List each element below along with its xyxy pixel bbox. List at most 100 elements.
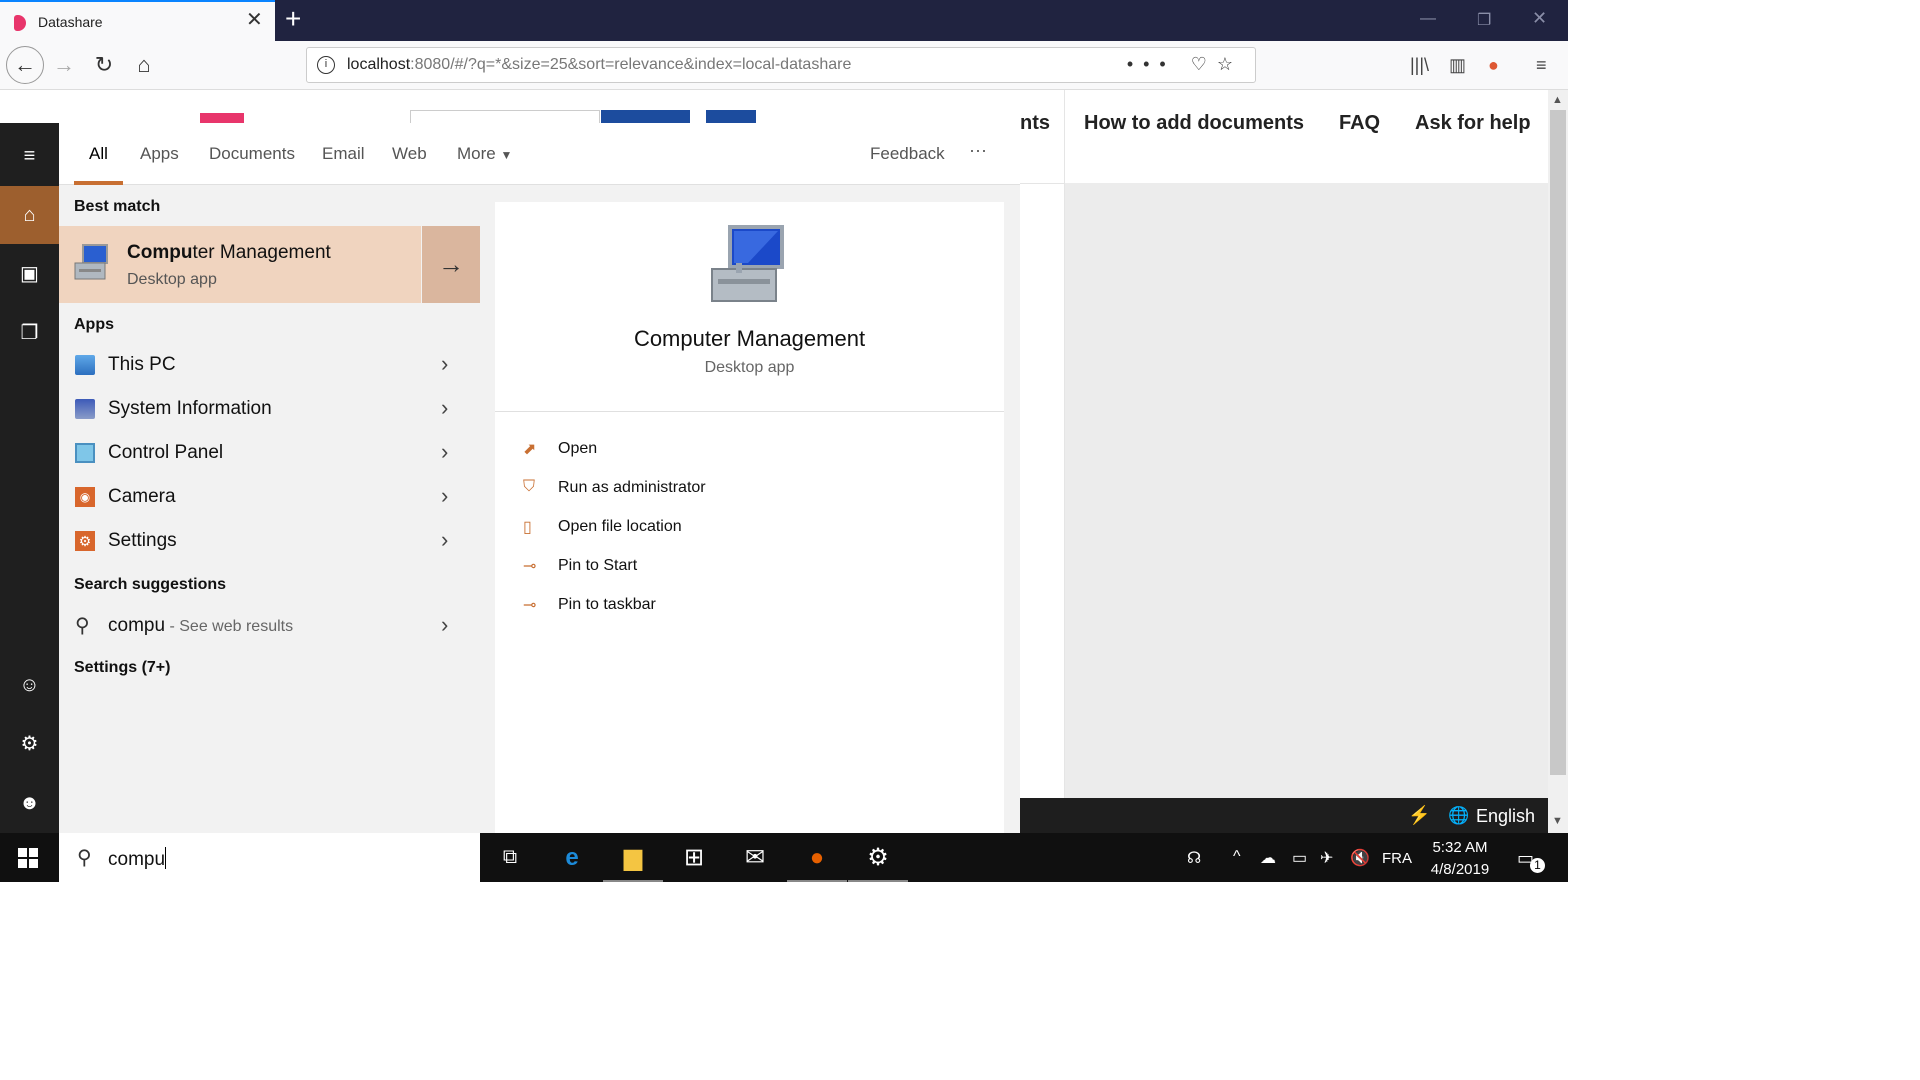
account-icon[interactable]: ☺ <box>0 656 59 714</box>
page-button-fragment <box>706 110 756 123</box>
url-actions[interactable]: ••• ♡☆ <box>1127 54 1243 75</box>
library-icon[interactable]: |||\ <box>1410 55 1429 76</box>
notification-count: 1 <box>1530 858 1545 873</box>
app-item-settings[interactable]: ⚙ Settings › <box>59 520 480 564</box>
input-language[interactable]: FRA <box>1382 850 1412 867</box>
app-label: Camera <box>108 486 176 507</box>
best-match-item[interactable]: Computer Management Desktop app <box>59 226 421 303</box>
chevron-right-icon: › <box>441 612 449 637</box>
action-label: Open <box>558 440 598 457</box>
menu-icon[interactable]: ≡ <box>1536 55 1547 76</box>
duckduckgo-icon[interactable]: ● <box>1488 55 1499 76</box>
lightning-icon[interactable]: ⚡ <box>1408 805 1430 826</box>
task-view-icon[interactable]: ⧉ <box>480 833 540 882</box>
search-input: compu <box>108 847 167 871</box>
app-item-control-panel[interactable]: Control Panel › <box>59 432 480 476</box>
feedback-button[interactable]: Feedback <box>870 144 945 164</box>
filter-apps[interactable]: Apps <box>140 144 179 164</box>
url-host: localhost <box>347 56 411 73</box>
hamburger-menu-icon[interactable]: ≡ <box>0 127 59 185</box>
nav-link-faq[interactable]: FAQ <box>1339 112 1380 135</box>
settings-gear-icon[interactable]: ⚙ <box>0 715 59 773</box>
computer-icon <box>75 355 95 375</box>
back-button[interactable]: ← <box>6 46 44 84</box>
chevron-right-icon: › <box>441 439 449 464</box>
home-icon[interactable]: ⌂ <box>0 186 59 244</box>
language-label[interactable]: English <box>1476 806 1535 827</box>
nav-link-how-to-add[interactable]: How to add documents <box>1084 112 1304 135</box>
clock-time: 5:32 AM <box>1432 839 1488 856</box>
volume-muted-icon[interactable]: 🔇 <box>1350 848 1370 868</box>
forward-button[interactable]: → <box>48 49 80 81</box>
filter-web[interactable]: Web <box>392 144 427 164</box>
browser-tab[interactable]: Datashare ✕ <box>0 0 275 41</box>
action-label: Run as administrator <box>558 479 706 496</box>
control-panel-icon <box>75 443 95 463</box>
filter-documents[interactable]: Documents <box>209 144 295 164</box>
show-hidden-icons-icon[interactable]: ^ <box>1233 848 1241 866</box>
onedrive-icon[interactable]: ☁ <box>1260 848 1276 868</box>
battery-icon[interactable]: ▭ <box>1292 848 1307 868</box>
page-button-fragment <box>601 110 690 123</box>
action-label: Open file location <box>558 518 682 535</box>
clock[interactable]: 5:32 AM 4/8/2019 <box>1420 837 1500 881</box>
app-item-camera[interactable]: ◉ Camera › <box>59 476 480 520</box>
page-logo-fragment <box>200 113 244 123</box>
chevron-right-icon: › <box>441 483 449 508</box>
action-label: Pin to taskbar <box>558 596 656 613</box>
nav-link-documents[interactable]: nts <box>1020 112 1050 135</box>
computer-management-large-icon <box>711 225 784 302</box>
suggestion-text: compu - See web results <box>108 615 293 637</box>
sidebar-icon[interactable]: ▥ <box>1449 55 1466 76</box>
search-query: compu <box>108 849 166 870</box>
people-icon[interactable]: ☊ <box>1187 848 1201 868</box>
globe-icon: 🌐 <box>1448 806 1470 825</box>
app-label: System Information <box>108 398 272 419</box>
nav-link-help[interactable]: Ask for help <box>1415 112 1531 135</box>
filter-email[interactable]: Email <box>322 144 365 164</box>
datashare-logo-icon <box>14 15 26 31</box>
home-button[interactable]: ⌂ <box>128 49 160 81</box>
more-options-icon[interactable]: ··· <box>969 140 987 161</box>
firefox-icon[interactable]: ● <box>787 833 847 882</box>
taskbar-search-box[interactable]: ⚲ compu <box>59 833 480 882</box>
page-search-fragment <box>410 110 600 123</box>
filter-more-label: More <box>457 144 496 163</box>
scroll-up-icon[interactable]: ▲ <box>1552 94 1563 106</box>
file-explorer-icon[interactable]: ▆ <box>603 833 663 882</box>
search-suggestions-heading: Search suggestions <box>74 576 227 593</box>
close-window-icon[interactable]: ✕ <box>1532 8 1547 29</box>
notebook-icon[interactable]: ▣ <box>0 245 59 303</box>
minimize-icon[interactable]: — <box>1420 10 1436 28</box>
edge-browser-icon[interactable]: e <box>542 833 602 882</box>
filter-all[interactable]: All <box>89 144 108 164</box>
web-search-suggestion[interactable]: ⚲ compu - See web results › <box>59 606 480 646</box>
language-bar: ⚡ 🌐 English <box>1020 798 1548 833</box>
url-bar[interactable]: i localhost:8080/#/?q=*&size=25&sort=rel… <box>306 47 1256 83</box>
content-panel <box>1065 183 1548 798</box>
documents-icon[interactable]: ❐ <box>0 304 59 362</box>
open-preview-arrow-icon[interactable]: → <box>422 226 480 303</box>
site-info-icon[interactable]: i <box>317 56 335 74</box>
close-tab-icon[interactable]: ✕ <box>246 10 263 30</box>
best-match-subtitle: Desktop app <box>127 271 217 288</box>
feedback-person-icon[interactable]: ☻ <box>0 774 59 832</box>
scroll-thumb[interactable] <box>1550 110 1566 775</box>
app-item-this-pc[interactable]: This PC › <box>59 344 480 388</box>
settings-results-heading[interactable]: Settings (7+) <box>74 659 170 677</box>
mail-icon[interactable]: ✉ <box>725 833 785 882</box>
new-tab-button[interactable]: + <box>285 4 301 34</box>
windows-start-icon[interactable] <box>18 848 38 868</box>
restore-icon[interactable]: ❐ <box>1477 10 1491 30</box>
airplane-mode-icon[interactable]: ✈ <box>1320 848 1333 868</box>
camera-icon: ◉ <box>75 487 95 507</box>
scroll-down-icon[interactable]: ▼ <box>1552 815 1563 827</box>
app-label: Control Panel <box>108 442 224 463</box>
app-label: This PC <box>108 354 176 375</box>
app-item-system-information[interactable]: System Information › <box>59 388 480 432</box>
filter-more[interactable]: More ▼ <box>457 144 512 164</box>
reload-button[interactable]: ↻ <box>88 49 120 81</box>
best-match-name: Computer Management <box>127 242 331 264</box>
settings-app-icon[interactable]: ⚙ <box>848 833 908 882</box>
store-icon[interactable]: ⊞ <box>664 833 724 882</box>
